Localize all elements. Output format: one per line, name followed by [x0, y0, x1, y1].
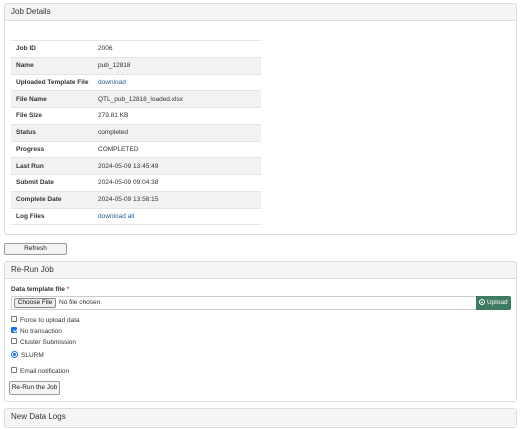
refresh-button[interactable]: Refresh: [4, 243, 67, 255]
email-notification-label: Email notification: [20, 368, 70, 375]
file-input-group: Choose File No file chosen Upload: [11, 296, 511, 310]
force-upload-checkbox[interactable]: [11, 316, 17, 323]
row-label: Last Run: [11, 157, 93, 175]
row-label: Uploaded Template File: [11, 73, 93, 91]
download-template-link[interactable]: download: [98, 79, 126, 86]
force-upload-label: Force to upload data: [20, 317, 80, 324]
new-data-logs-panel[interactable]: New Data Logs: [4, 408, 517, 428]
email-notification-option[interactable]: Email notification: [11, 367, 69, 376]
row-label: Job ID: [11, 40, 93, 58]
file-size-value: 279.81 KB: [93, 107, 261, 125]
job-details-table: Job ID 2006 Name pub_12818 Uploaded Temp…: [11, 40, 261, 226]
row-label: Progress: [11, 140, 93, 158]
cluster-submission-label: Cluster Submission: [20, 339, 76, 346]
file-name-value: QTL_pub_12818_loaded.xlsx: [93, 90, 261, 108]
slurm-option[interactable]: SLURM: [11, 350, 44, 360]
row-label: Name: [11, 56, 93, 74]
no-transaction-option[interactable]: No transaction: [11, 327, 62, 336]
slurm-label: SLURM: [21, 352, 44, 359]
table-row: Complete Date 2024-05-09 13:58:15: [11, 190, 261, 208]
email-notification-checkbox[interactable]: [11, 367, 17, 374]
complete-date-value: 2024-05-09 13:58:15: [93, 190, 261, 208]
rerun-job-panel: Re-Run Job Data template file * Choose F…: [4, 261, 517, 402]
row-label: File Size: [11, 107, 93, 125]
force-upload-option[interactable]: Force to upload data: [11, 316, 80, 325]
no-transaction-label: No transaction: [20, 328, 62, 335]
table-row: Log Files download all: [11, 207, 261, 226]
job-id-value: 2006: [93, 40, 261, 58]
submit-date-value: 2024-05-09 09:04:38: [93, 174, 261, 192]
rerun-job-button[interactable]: Re-Run the Job: [9, 381, 60, 395]
new-data-logs-heading: New Data Logs: [5, 409, 516, 426]
cluster-submission-option[interactable]: Cluster Submission: [11, 338, 76, 347]
slurm-radio[interactable]: [11, 350, 18, 358]
row-label: Submit Date: [11, 174, 93, 192]
table-row: Last Run 2024-05-09 13:45:49: [11, 157, 261, 175]
table-row: Uploaded Template File download: [11, 73, 261, 91]
table-row: Name pub_12818: [11, 56, 261, 74]
cluster-submission-checkbox[interactable]: [11, 338, 17, 345]
table-row: Job ID 2006: [11, 40, 261, 58]
no-transaction-checkbox[interactable]: [11, 327, 17, 334]
table-row: Submit Date 2024-05-09 09:04:38: [11, 174, 261, 192]
job-name-value: pub_12818: [93, 56, 261, 74]
row-label: Complete Date: [11, 190, 93, 208]
choose-file-button[interactable]: Choose File: [14, 298, 56, 308]
upload-icon: [479, 299, 485, 306]
data-template-file-label: Data template file *: [11, 286, 70, 293]
download-all-logs-link[interactable]: download all: [98, 213, 134, 220]
table-row: Status completed: [11, 123, 261, 141]
row-label: Log Files: [11, 207, 93, 226]
row-label: File Name: [11, 90, 93, 108]
table-row: Progress COMPLETED: [11, 140, 261, 158]
rerun-job-heading: Re-Run Job: [5, 262, 516, 279]
row-label: Status: [11, 123, 93, 141]
last-run-value: 2024-05-09 13:45:49: [93, 157, 261, 175]
job-details-heading: Job Details: [5, 4, 516, 21]
upload-button[interactable]: Upload: [476, 296, 511, 310]
progress-value: COMPLETED: [93, 140, 261, 158]
status-value: completed: [93, 123, 261, 141]
table-row: File Size 279.81 KB: [11, 107, 261, 125]
job-details-panel: Job Details Job ID 2006 Name pub_12818 U…: [4, 3, 517, 235]
required-asterisk: *: [66, 286, 70, 293]
no-file-chosen-text: No file chosen: [59, 299, 101, 306]
table-row: File Name QTL_pub_12818_loaded.xlsx: [11, 90, 261, 108]
